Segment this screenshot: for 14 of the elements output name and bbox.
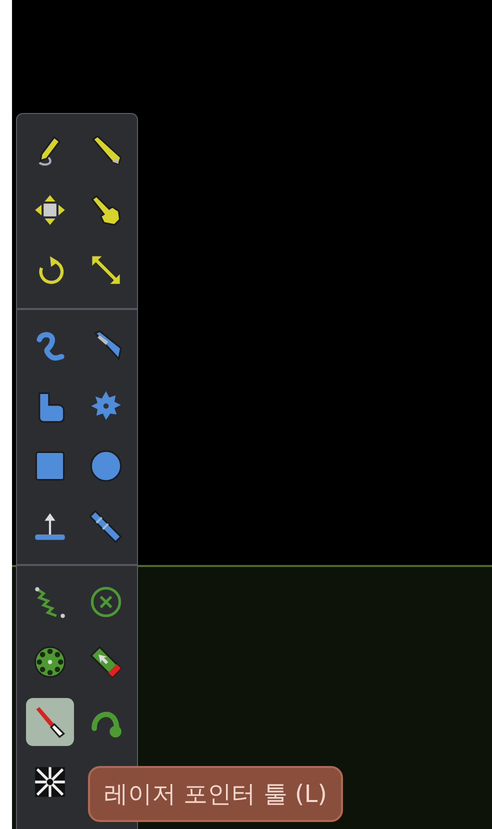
tooltip: 레이저 포인터 툴 (L) [88, 766, 343, 822]
square-icon [33, 449, 67, 483]
arrow-eraser-icon [89, 645, 123, 679]
zigzag-icon [33, 585, 67, 619]
circle-icon [89, 449, 123, 483]
circled-x-icon [89, 585, 123, 619]
move-arrows-icon [33, 193, 67, 227]
striped-bar-icon [89, 509, 123, 543]
tool-button[interactable] [26, 698, 74, 746]
double-arrow-icon [89, 253, 123, 287]
wand-icon [33, 705, 67, 739]
pencil-icon [89, 133, 123, 167]
pointing-hand-icon [89, 193, 123, 227]
dotted-wheel-icon [33, 645, 67, 679]
